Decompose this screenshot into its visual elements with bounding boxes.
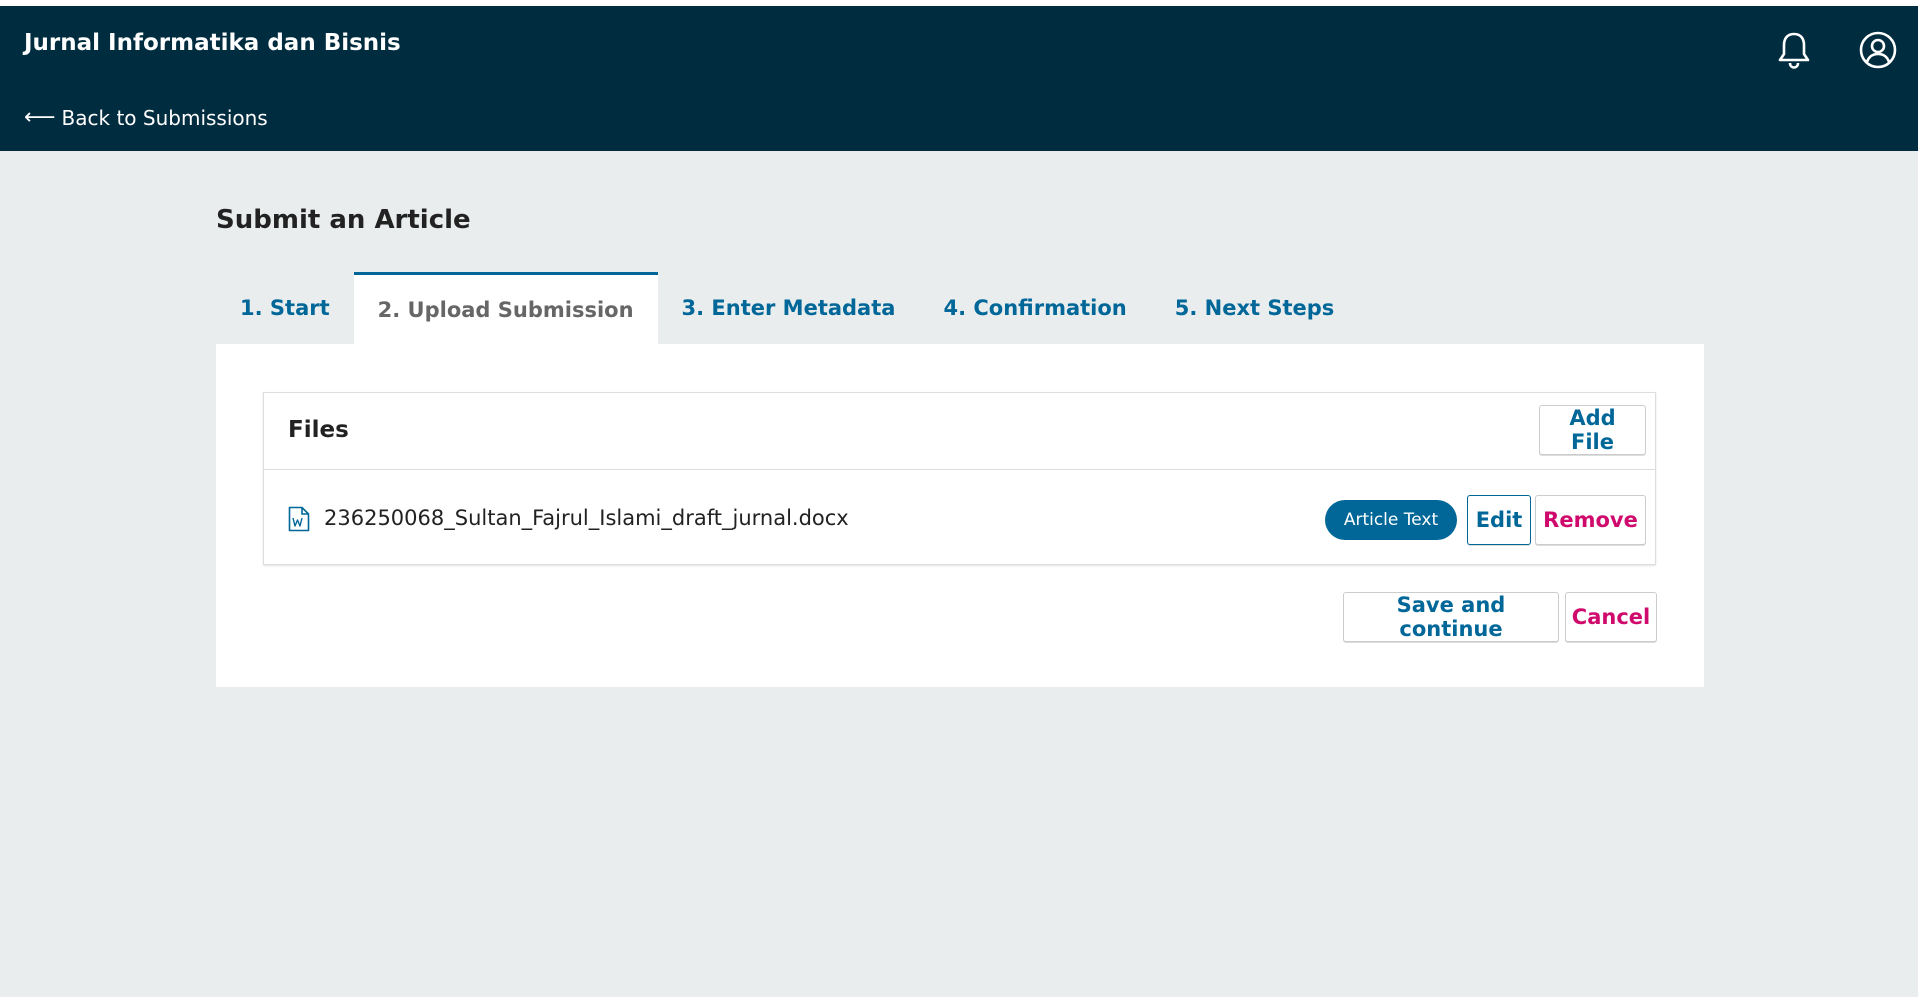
site-title[interactable]: Jurnal Informatika dan Bisnis <box>24 30 401 56</box>
tab-upload-submission[interactable]: 2. Upload Submission <box>353 272 658 344</box>
files-grid: Files Add File 236250068_Sultan_Fajrul_I… <box>263 392 1656 565</box>
back-arrow-icon: ⟵ <box>24 105 56 130</box>
bell-icon <box>1778 32 1810 69</box>
file-name[interactable]: 236250068_Sultan_Fajrul_Islami_draft_jur… <box>324 506 849 530</box>
file-row: 236250068_Sultan_Fajrul_Islami_draft_jur… <box>264 470 1655 566</box>
file-genre-badge: Article Text <box>1325 500 1457 540</box>
tab-enter-metadata[interactable]: 3. Enter Metadata <box>658 272 920 344</box>
word-file-icon <box>288 506 310 532</box>
submission-steps-tabs: 1. Start 2. Upload Submission 3. Enter M… <box>216 272 1358 344</box>
tab-confirmation[interactable]: 4. Confirmation <box>919 272 1150 344</box>
cancel-button[interactable]: Cancel <box>1565 592 1657 642</box>
remove-file-button[interactable]: Remove <box>1535 495 1646 545</box>
edit-file-button[interactable]: Edit <box>1467 495 1531 545</box>
files-header: Files Add File <box>264 393 1655 470</box>
site-header: Jurnal Informatika dan Bisnis ⟵ Back to … <box>0 6 1918 151</box>
save-and-continue-button[interactable]: Save and continue <box>1343 592 1559 642</box>
user-icon <box>1859 31 1897 69</box>
add-file-button[interactable]: Add File <box>1539 405 1646 455</box>
notifications-button[interactable] <box>1772 28 1816 72</box>
upload-panel: Files Add File 236250068_Sultan_Fajrul_I… <box>216 344 1704 687</box>
back-to-submissions-link[interactable]: ⟵ Back to Submissions <box>24 105 268 130</box>
tab-start[interactable]: 1. Start <box>216 272 354 344</box>
back-link-label: Back to Submissions <box>61 105 268 130</box>
page-title: Submit an Article <box>216 205 471 235</box>
main-content: Submit an Article 1. Start 2. Upload Sub… <box>0 151 1918 997</box>
user-menu-button[interactable] <box>1856 28 1900 72</box>
tab-next-steps[interactable]: 5. Next Steps <box>1151 272 1359 344</box>
files-title: Files <box>288 417 349 443</box>
